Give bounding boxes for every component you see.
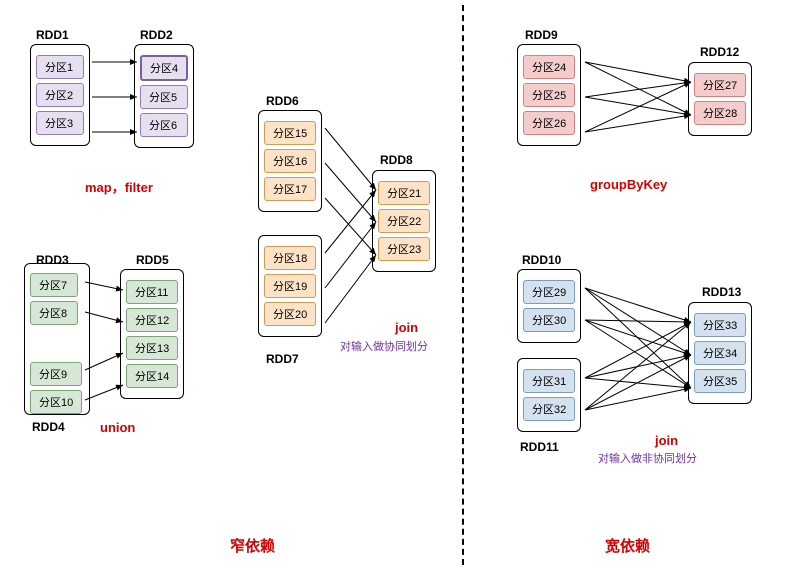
rdd11-label: RDD11 xyxy=(520,440,559,454)
partition: 分区28 xyxy=(694,101,746,125)
rdd5-box: 分区11 分区12 分区13 分区14 xyxy=(120,269,184,399)
rdd9-box: 分区24 分区25 分区26 xyxy=(517,44,581,146)
partition: 分区12 xyxy=(126,308,178,332)
arrows-layer xyxy=(0,0,791,571)
partition: 分区3 xyxy=(36,111,84,135)
partition: 分区27 xyxy=(694,73,746,97)
partition: 分区2 xyxy=(36,83,84,107)
partition: 分区25 xyxy=(523,83,575,107)
rdd6-label: RDD6 xyxy=(266,94,299,108)
partition: 分区6 xyxy=(140,113,188,137)
rdd2-label: RDD2 xyxy=(140,28,173,42)
rdd8-box: 分区21 分区22 分区23 xyxy=(372,170,436,272)
rdd10-label: RDD10 xyxy=(522,253,561,267)
rdd7-box: 分区18 分区19 分区20 xyxy=(258,235,322,337)
rdd5-label: RDD5 xyxy=(136,253,169,267)
partition: 分区34 xyxy=(694,341,746,365)
partition: 分区19 xyxy=(264,274,316,298)
partition: 分区35 xyxy=(694,369,746,393)
op-join2: join xyxy=(655,433,678,448)
rdd34-wrap xyxy=(24,263,90,415)
rdd12-label: RDD12 xyxy=(700,45,739,59)
rdd12-box: 分区27 分区28 xyxy=(688,62,752,136)
partition: 分区26 xyxy=(523,111,575,135)
partition: 分区1 xyxy=(36,55,84,79)
partition: 分区20 xyxy=(264,302,316,326)
partition: 分区23 xyxy=(378,237,430,261)
op-groupbykey: groupByKey xyxy=(590,177,667,192)
partition: 分区29 xyxy=(523,280,575,304)
partition: 分区22 xyxy=(378,209,430,233)
rdd4-label: RDD4 xyxy=(32,420,65,434)
partition: 分区31 xyxy=(523,369,575,393)
partition: 分区5 xyxy=(140,85,188,109)
rdd6-box: 分区15 分区16 分区17 xyxy=(258,110,322,212)
op-join2-sub: 对输入做非协同划分 xyxy=(598,450,697,466)
rdd1-box: 分区1 分区2 分区3 xyxy=(30,44,90,146)
rdd13-box: 分区33 分区34 分区35 xyxy=(688,302,752,404)
op-join1-sub: 对输入做协同划分 xyxy=(340,338,428,354)
rdd2-box: 分区4 分区5 分区6 xyxy=(134,44,194,148)
op-union: union xyxy=(100,420,135,435)
partition: 分区11 xyxy=(126,280,178,304)
partition: 分区33 xyxy=(694,313,746,337)
op-mapfilter: map，filter xyxy=(85,177,153,196)
title-narrow: 窄依赖 xyxy=(230,535,275,556)
partition: 分区17 xyxy=(264,177,316,201)
rdd7-label: RDD7 xyxy=(266,352,299,366)
rdd1-label: RDD1 xyxy=(36,28,69,42)
partition: 分区24 xyxy=(523,55,575,79)
rdd10-box: 分区29 分区30 xyxy=(517,269,581,343)
rdd9-label: RDD9 xyxy=(525,28,558,42)
partition: 分区15 xyxy=(264,121,316,145)
rdd8-label: RDD8 xyxy=(380,153,413,167)
rdd11-box: 分区31 分区32 xyxy=(517,358,581,432)
partition: 分区30 xyxy=(523,308,575,332)
op-join1: join xyxy=(395,320,418,335)
partition: 分区21 xyxy=(378,181,430,205)
partition: 分区16 xyxy=(264,149,316,173)
title-wide: 宽依赖 xyxy=(605,535,650,556)
partition: 分区13 xyxy=(126,336,178,360)
partition: 分区32 xyxy=(523,397,575,421)
partition: 分区18 xyxy=(264,246,316,270)
partition: 分区14 xyxy=(126,364,178,388)
partition: 分区4 xyxy=(140,55,188,81)
diagram-canvas: RDD1 分区1 分区2 分区3 RDD2 分区4 分区5 分区6 map，fi… xyxy=(0,0,791,571)
divider xyxy=(462,5,464,565)
rdd13-label: RDD13 xyxy=(702,285,741,299)
